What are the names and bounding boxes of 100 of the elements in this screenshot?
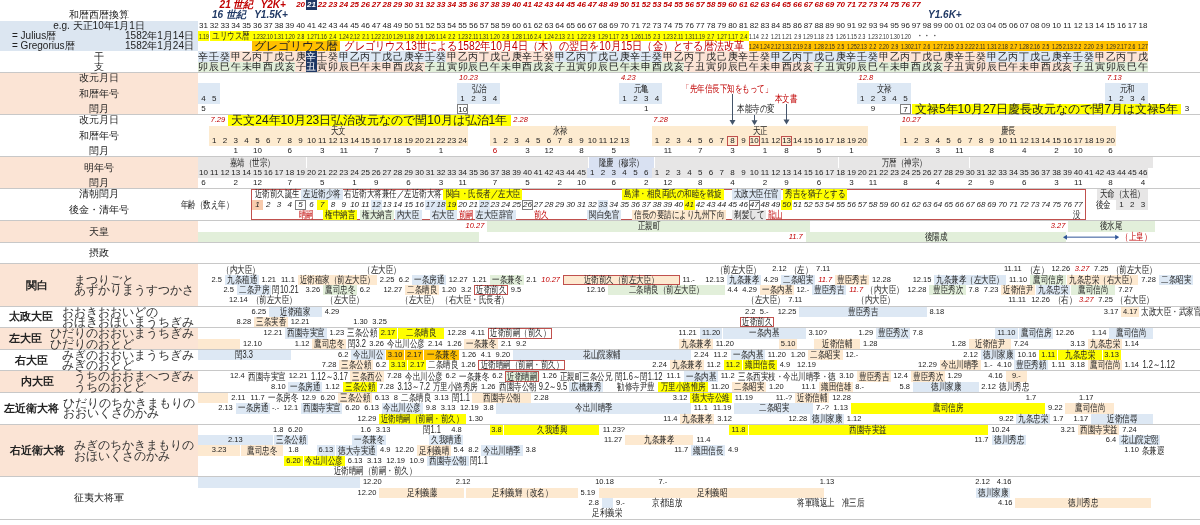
number-cell: 4 [932,135,944,147]
age-cell-text: 8 [329,199,337,210]
number-cell: 43 [1105,167,1116,179]
reading-text: おほきおほいまうちぎみ [62,316,194,328]
number-cell: 60 [511,20,522,31]
timeline-bar: 足利義晴 [416,445,451,456]
ganzhi-cell: 未 [500,61,512,73]
number-cell: 4 [651,93,663,104]
age-cell: 33 [597,199,609,210]
number-cell: 45 [1126,167,1138,179]
number-cell: 31 [198,20,209,31]
timeline-bar: 二条晴良（前左大臣） [608,285,725,296]
number-cell: 23 [889,167,900,179]
reading-text: おほいくさのかみ [74,450,171,461]
number-cell-text: 5 [405,146,412,157]
timeline-bar: 花山院定熙 [1118,435,1161,446]
ganzhi-cell: 戊 [921,51,933,62]
age-cell: 53 [813,199,825,210]
ganzhi-cell: 巳 [867,61,879,73]
age-cell: 30 [565,199,576,210]
number-cell: 40 [295,20,306,31]
number-cell: 24 [457,135,468,147]
ganzhi-cell: 辰 [338,61,350,73]
number-cell-text: 4 [729,178,736,189]
timeline-bar: 鷹司忠冬 [323,285,357,296]
ganzhi-cell: 未 [370,61,382,73]
number-cell: 7 [716,135,728,147]
timeline-bar: 今出川晴季 [496,403,691,414]
ganzhi-cell: 甲 [878,51,890,62]
number-cell: 20 [1105,135,1116,147]
timeline-bar: 一条兼冬 [489,274,524,285]
number-cell: 51 [414,20,425,31]
year-label: 31 [414,0,425,11]
ganzhi-cell: 午 [360,61,371,73]
age-cell-text: 13 [381,199,393,209]
number-cell: 9 [738,135,749,147]
timeline-bar: 二条昭実 [732,381,767,392]
ganzhi-cell: 己 [716,51,728,62]
note-text: 本能寺の変 [736,103,776,115]
timeline-bar: 関白免官 [586,209,621,221]
year-label: 29 [392,0,404,11]
number-cell: 39 [284,20,296,31]
ganzhi-cell: 己 [284,51,296,62]
number-cell: 56 [468,20,479,31]
number-cell: 53 [435,20,447,31]
timeline-bar: 近衛信輔 [795,393,830,404]
ganzhi-cell: 癸 [1083,51,1095,62]
number-cell: 17 [273,167,285,179]
number-cell: 16 [813,135,825,147]
number-cell: 1 [1105,93,1116,104]
timeline-bar: 島津・相良両氏の和睦を斡旋 [622,189,724,200]
number-cell: 48 [381,20,393,31]
number-cell: 19 [295,167,306,179]
note-text: 京都追放 [651,497,683,509]
ganzhi-cell: 甲 [1094,51,1106,62]
ganzhi-cell: 午 [489,61,501,73]
year-label: 36 [468,0,479,11]
number-cell: 4 [1137,93,1149,104]
age-cell: 55 [835,199,846,210]
ganzhi-cell: 申 [1029,61,1041,73]
ganzhi-cell: 乙 [673,51,684,62]
number-cell: 31 [975,167,987,179]
timeline-bar: 織田信長 [691,445,726,456]
timeline-bar: 文禄 [856,83,911,94]
timeline-bar: 近衛稙家 [269,306,322,317]
number-cell: 9 [738,167,749,179]
ganzhi-cell: 酉 [392,61,404,73]
ganzhi-cell: 丑 [435,61,447,73]
row-label: 天皇 [89,226,109,237]
year-label: 56 [684,0,695,11]
ganzhi-cell: 庚 [295,51,306,62]
number-cell: 5 [943,135,954,147]
number-cell-text: 3 [934,146,941,157]
number-cell: 81 [738,20,749,31]
note-text: 晴嗣 [298,209,315,221]
note-text: 閏1.1 [451,393,471,404]
number-cell: 86 [792,20,803,31]
timeline-bar: 西園寺実益 [748,424,989,436]
year-label: 73 [867,0,879,11]
timeline-bar: 九条兼孝 [669,360,704,371]
ganzhi-cell: 寅 [1094,61,1106,73]
number-cell: 55 [457,20,468,31]
reading-text: みぎのおおいまうちぎみ [62,349,194,361]
number-cell: 13 [781,167,792,179]
number-cell: 85 [781,20,792,31]
note-text: （左大臣） [401,295,440,306]
heading-text: Y1.5K+ [254,10,289,21]
number-cell: 05 [997,20,1008,31]
ganzhi-cell: 巳 [1126,61,1138,73]
timeline-bar: 近衛信尹 [968,338,1011,349]
year-label: 38 [489,0,501,11]
ganzhi-cell: 甲 [230,51,242,62]
age-cell: 69 [986,199,998,210]
ganzhi-cell: 甲 [986,51,998,62]
ganzhi-cell: 己 [932,51,944,62]
number-cell: 32 [208,20,220,31]
number-cell: 13 [1083,20,1095,31]
note-text: （前左大臣） [1111,264,1158,275]
timeline-bar: 二条晴良 [398,328,445,339]
timeline-bar: 豊臣秀次 [875,328,910,339]
